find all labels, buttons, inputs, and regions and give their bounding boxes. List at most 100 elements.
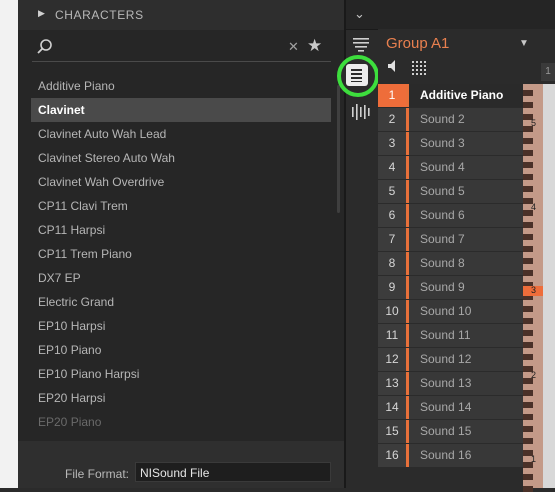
sound-slot[interactable]: 8 Sound 8 (378, 252, 523, 275)
preset-list-item[interactable]: DX7 EP (31, 266, 331, 290)
black-key[interactable] (523, 330, 533, 336)
black-key[interactable] (523, 234, 533, 240)
black-key[interactable] (523, 258, 533, 264)
black-key[interactable] (523, 486, 533, 492)
clear-search-icon[interactable]: ✕ (288, 39, 299, 55)
preset-list-item[interactable]: CP11 Clavi Trem (31, 194, 331, 218)
file-format-field[interactable]: NISound File (135, 462, 331, 482)
filter-icon[interactable] (351, 36, 371, 54)
sound-slot-number: 6 (378, 204, 406, 227)
preset-list-item[interactable]: EP10 Piano (31, 338, 331, 362)
sound-slot[interactable]: 16 Sound 16 (378, 444, 523, 467)
black-key[interactable] (523, 474, 533, 480)
black-key[interactable] (523, 90, 533, 96)
preset-list-item[interactable]: Clavinet Auto Wah Lead (31, 122, 331, 146)
group-name[interactable]: Group A1 (386, 35, 449, 52)
mixer-icon[interactable] (350, 103, 372, 121)
sound-slot-number: 8 (378, 252, 406, 275)
preset-list-item[interactable]: Clavinet Wah Overdrive (31, 170, 331, 194)
pad-grid-icon[interactable] (411, 60, 426, 75)
sound-slot[interactable]: 3 Sound 3 (378, 132, 523, 155)
group-dropdown-icon[interactable]: ▼ (519, 38, 529, 49)
sound-slot-number: 16 (378, 444, 406, 467)
sound-slot-number: 11 (378, 324, 406, 347)
expand-arrow-icon[interactable]: ▶ (38, 8, 45, 19)
browser-panel: ▶ CHARACTERS ✕ ★ Additive Piano Clavinet C… (18, 0, 344, 488)
sound-slot-number: 14 (378, 396, 406, 419)
sound-slot[interactable]: 2 Sound 2 (378, 108, 523, 131)
sound-slot-number: 5 (378, 180, 406, 203)
preset-list-item[interactable]: Clavinet Stereo Auto Wah (31, 146, 331, 170)
speaker-icon[interactable] (387, 59, 401, 73)
search-row: ✕ ★ (18, 30, 344, 64)
sound-slot[interactable]: 13 Sound 13 (378, 372, 523, 395)
preset-list-item[interactable]: CP11 Harpsi (31, 218, 331, 242)
sound-slot-name: Sound 2 (409, 108, 523, 131)
search-input[interactable] (58, 36, 282, 58)
sound-slot[interactable]: 9 Sound 9 (378, 276, 523, 299)
sound-slot[interactable]: 7 Sound 7 (378, 228, 523, 251)
black-key[interactable] (523, 342, 533, 348)
black-key[interactable] (523, 426, 533, 432)
sound-slot-number: 1 (378, 84, 406, 107)
sound-slot[interactable]: 10 Sound 10 (378, 300, 523, 323)
black-key[interactable] (523, 438, 533, 444)
octave-label: 1 (531, 454, 537, 464)
preset-list-item[interactable]: CP11 Trem Piano (31, 242, 331, 266)
sound-slot-name: Sound 8 (409, 252, 523, 275)
chevron-down-icon[interactable]: ⌄ (354, 6, 365, 22)
black-key[interactable] (523, 138, 533, 144)
sound-slot[interactable]: 14 Sound 14 (378, 396, 523, 419)
black-key[interactable] (523, 102, 533, 108)
sound-slot[interactable]: 15 Sound 15 (378, 420, 523, 443)
black-key[interactable] (523, 318, 533, 324)
black-key[interactable] (523, 306, 533, 312)
search-icon[interactable] (36, 38, 54, 56)
column-hint: 1 (541, 63, 555, 81)
sound-slot-name: Sound 14 (409, 396, 523, 419)
preset-list-item[interactable]: Additive Piano (31, 74, 331, 98)
sound-slot-name: Additive Piano (409, 84, 523, 107)
preset-list-item[interactable]: Clavinet (31, 98, 331, 122)
preset-list-item[interactable]: EP20 Harpsi (31, 386, 331, 410)
section-header[interactable]: ▶ CHARACTERS (18, 0, 344, 30)
sound-slot[interactable]: 5 Sound 5 (378, 180, 523, 203)
sound-slot[interactable]: 4 Sound 4 (378, 156, 523, 179)
sound-slot[interactable]: 11 Sound 11 (378, 324, 523, 347)
sound-slot[interactable]: 1 Additive Piano (378, 84, 523, 107)
sound-slot-number: 4 (378, 156, 406, 179)
list-view-icon[interactable] (346, 64, 368, 86)
octave-label: 2 (531, 370, 537, 380)
sound-slot[interactable]: 12 Sound 12 (378, 348, 523, 371)
black-key[interactable] (523, 402, 533, 408)
preset-list-item[interactable]: EP10 Harpsi (31, 314, 331, 338)
black-key[interactable] (523, 390, 533, 396)
sound-slot-name: Sound 5 (409, 180, 523, 203)
list-scrollbar[interactable] (337, 85, 340, 213)
black-key[interactable] (523, 414, 533, 420)
section-title: CHARACTERS (55, 8, 144, 22)
black-key[interactable] (523, 186, 533, 192)
sound-slot-name: Sound 11 (409, 324, 523, 347)
left-gutter (0, 0, 18, 488)
preset-list-item[interactable]: EP20 Piano (31, 410, 331, 434)
sound-slot-name: Sound 3 (409, 132, 523, 155)
black-key[interactable] (523, 150, 533, 156)
black-key[interactable] (523, 162, 533, 168)
sound-slot-number: 3 (378, 132, 406, 155)
keyboard-edge (543, 84, 555, 488)
active-octave-label: 3 (531, 285, 537, 295)
sound-slot-number: 12 (378, 348, 406, 371)
black-key[interactable] (523, 174, 533, 180)
preset-list-item[interactable]: Electric Grand (31, 290, 331, 314)
favorites-star-icon[interactable]: ★ (307, 36, 322, 56)
black-key[interactable] (523, 222, 533, 228)
sound-slot-number: 9 (378, 276, 406, 299)
black-key[interactable] (523, 246, 533, 252)
sound-slot-number: 2 (378, 108, 406, 131)
file-format-label: File Format: (65, 467, 130, 481)
black-key[interactable] (523, 354, 533, 360)
black-key[interactable] (523, 270, 533, 276)
preset-list-item[interactable]: EP10 Piano Harpsi (31, 362, 331, 386)
sound-slot[interactable]: 6 Sound 6 (378, 204, 523, 227)
